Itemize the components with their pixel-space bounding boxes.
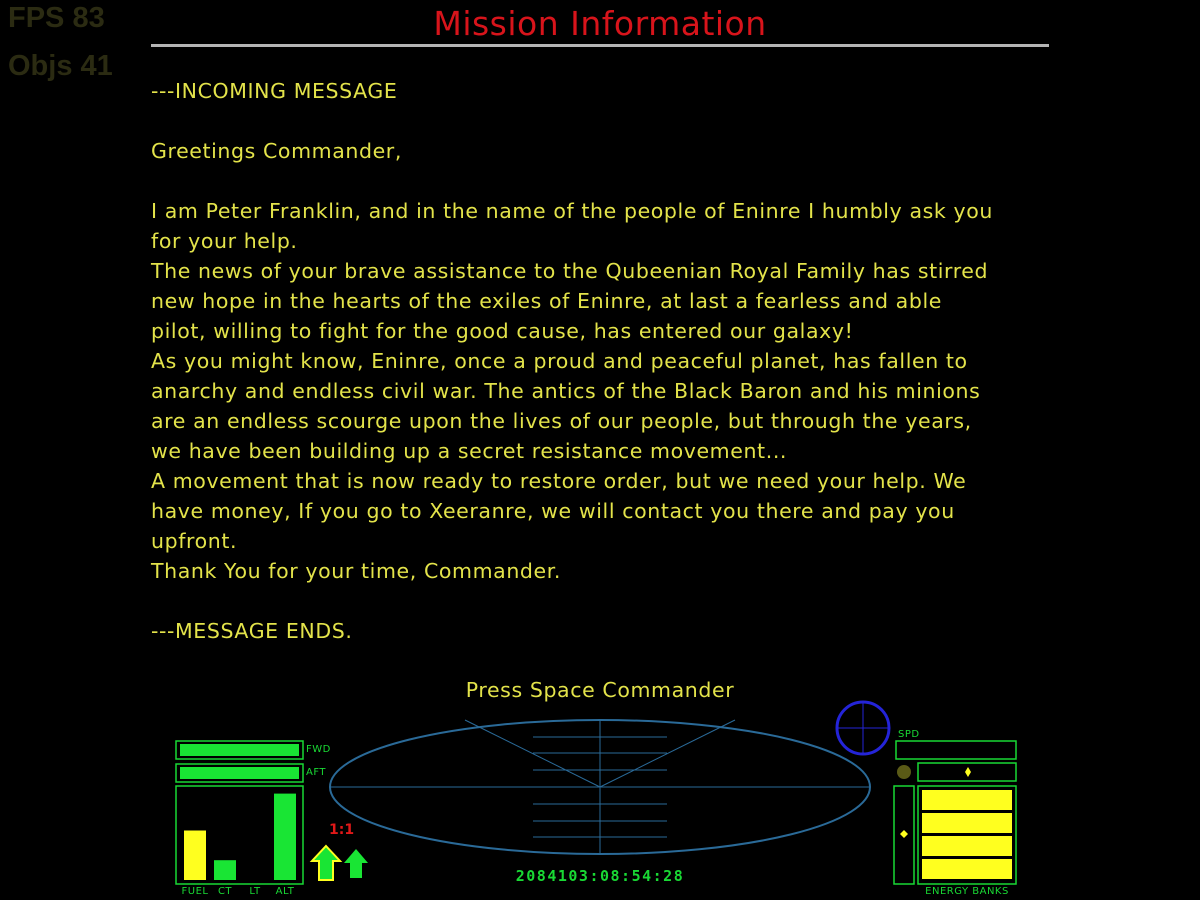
fwd-shield-bar <box>180 744 299 756</box>
energy-banks-label: ENERGY BANKS <box>925 886 1009 897</box>
speed-label: SPD <box>898 729 920 740</box>
aft-shield-bar <box>180 767 299 779</box>
diamond-icon <box>900 830 908 838</box>
gauge-bar-fuel <box>184 830 206 880</box>
compass-icon <box>835 700 891 756</box>
gauge-label-lt: LT <box>249 886 261 897</box>
status-light-icon <box>897 765 911 779</box>
up-arrow-icon <box>309 844 343 881</box>
gauge-bar-alt <box>274 793 296 880</box>
gauge-label-alt: ALT <box>276 886 295 897</box>
gauge-label-ct: CT <box>218 886 232 897</box>
diamond-icon <box>965 767 971 777</box>
gauge-bar-ct <box>214 860 236 880</box>
energy-bank <box>922 813 1012 833</box>
gauge-label-fuel: FUEL <box>182 886 209 897</box>
stardate-clock: 2084103:08:54:28 <box>516 867 685 885</box>
fwd-shield-label: FWD <box>306 744 331 755</box>
time-ratio: 1:1 <box>329 822 354 838</box>
aft-shield-label: AFT <box>306 767 326 778</box>
energy-bank <box>922 790 1012 810</box>
energy-bank <box>922 859 1012 879</box>
up-arrow-icon <box>344 849 368 878</box>
status-gauges: FUEL CT LT ALT <box>182 793 296 897</box>
energy-bank <box>922 836 1012 856</box>
speed-bar <box>895 740 1017 760</box>
flight-hud: FWD AFT FUEL CT LT ALT 1:1 2084103:08:54:28… <box>175 700 1017 897</box>
radar-scanner <box>329 719 871 855</box>
energy-banks <box>922 790 1012 879</box>
